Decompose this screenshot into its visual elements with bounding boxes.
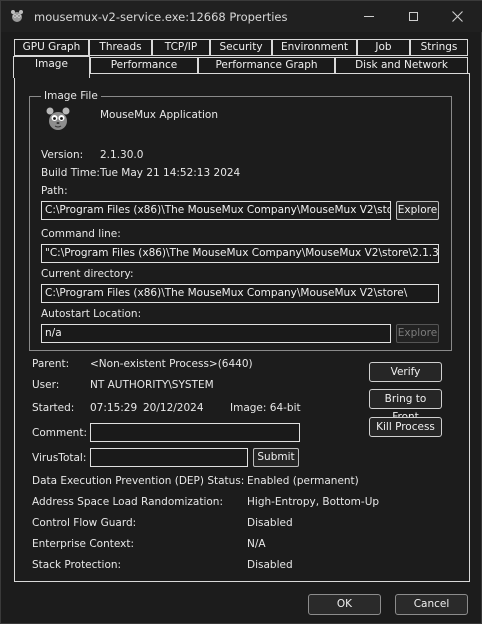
tab-performance-graph[interactable]: Performance Graph <box>198 57 335 74</box>
dep-status-label: Data Execution Prevention (DEP) Status: <box>32 475 245 487</box>
close-icon <box>451 11 463 22</box>
autostart-location-field[interactable]: n/a <box>41 324 391 343</box>
started-label: Started: <box>32 402 75 414</box>
autostart-location-label: Autostart Location: <box>41 308 142 320</box>
version-value: 2.1.30.0 <box>100 149 144 161</box>
parent-value: <Non-existent Process>(6440) <box>90 358 253 370</box>
ok-button[interactable]: OK <box>308 594 381 615</box>
title-bar[interactable]: mousemux-v2-service.exe:12668 Properties <box>1 1 482 32</box>
virustotal-label: VirusTotal: <box>32 452 87 464</box>
current-directory-label: Current directory: <box>41 268 134 280</box>
cancel-button[interactable]: Cancel <box>395 594 468 615</box>
current-directory-field[interactable]: C:\Program Files (x86)\The MouseMux Comp… <box>41 284 439 303</box>
cfg-value: Disabled <box>247 517 293 529</box>
autostart-explore-button[interactable]: Explore <box>396 324 439 343</box>
path-label: Path: <box>41 185 68 197</box>
tab-threads[interactable]: Threads <box>89 39 152 56</box>
enterprise-context-value: N/A <box>247 538 266 550</box>
user-value: NT AUTHORITY\SYSTEM <box>90 379 214 391</box>
dep-status-value: Enabled (permanent) <box>247 475 359 487</box>
app-description: MouseMux Application <box>100 109 219 121</box>
minimize-button[interactable] <box>346 1 392 32</box>
window-title: mousemux-v2-service.exe:12668 Properties <box>34 10 288 24</box>
cfg-label: Control Flow Guard: <box>32 517 137 529</box>
maximize-button[interactable] <box>390 1 436 32</box>
build-time-value: Tue May 21 14:52:13 2024 <box>100 167 241 179</box>
submit-button[interactable]: Submit <box>253 448 299 467</box>
close-button[interactable] <box>434 1 480 32</box>
started-time: 07:15:29 <box>90 402 138 414</box>
image-file-group-title: Image File <box>41 90 101 102</box>
virustotal-field[interactable] <box>90 448 248 467</box>
parent-label: Parent: <box>32 358 70 370</box>
minimize-icon <box>364 16 374 17</box>
comment-field[interactable] <box>90 423 300 442</box>
maximize-icon <box>408 12 418 21</box>
path-explore-button[interactable]: Explore <box>396 201 439 220</box>
tab-security[interactable]: Security <box>210 39 272 56</box>
path-field[interactable]: C:\Program Files (x86)\The MouseMux Comp… <box>41 201 391 220</box>
verify-button[interactable]: Verify <box>369 362 442 382</box>
command-line-label: Command line: <box>41 228 121 240</box>
tab-environment[interactable]: Environment <box>272 39 357 56</box>
build-time-label: Build Time: <box>41 167 100 179</box>
kill-process-button[interactable]: Kill Process <box>369 417 442 437</box>
enterprise-context-label: Enterprise Context: <box>32 538 135 550</box>
properties-window: mousemux-v2-service.exe:12668 Properties… <box>0 0 482 624</box>
tab-image[interactable]: Image <box>13 56 90 78</box>
version-label: Version: <box>41 149 84 161</box>
tab-strings[interactable]: Strings <box>410 39 468 56</box>
user-label: User: <box>32 379 60 391</box>
stack-protection-value: Disabled <box>247 559 293 571</box>
bring-to-front-button[interactable]: Bring to Front <box>369 389 442 423</box>
stack-protection-label: Stack Protection: <box>32 559 122 571</box>
aslr-label: Address Space Load Randomization: <box>32 496 223 508</box>
started-date: 20/12/2024 <box>143 402 204 414</box>
image-bitness: Image: 64-bit <box>230 402 301 414</box>
aslr-value: High-Entropy, Bottom-Up <box>247 496 380 508</box>
tab-performance[interactable]: Performance <box>90 57 198 74</box>
command-line-field[interactable]: "C:\Program Files (x86)\The MouseMux Com… <box>41 244 439 263</box>
mousemux-app-icon <box>11 10 23 22</box>
tab-tcpip[interactable]: TCP/IP <box>152 39 210 56</box>
tab-job[interactable]: Job <box>357 39 410 56</box>
tab-disk-and-network[interactable]: Disk and Network <box>335 57 468 74</box>
comment-label: Comment: <box>32 427 87 439</box>
tab-gpu-graph[interactable]: GPU Graph <box>14 39 89 56</box>
mousemux-logo-icon <box>46 107 70 130</box>
